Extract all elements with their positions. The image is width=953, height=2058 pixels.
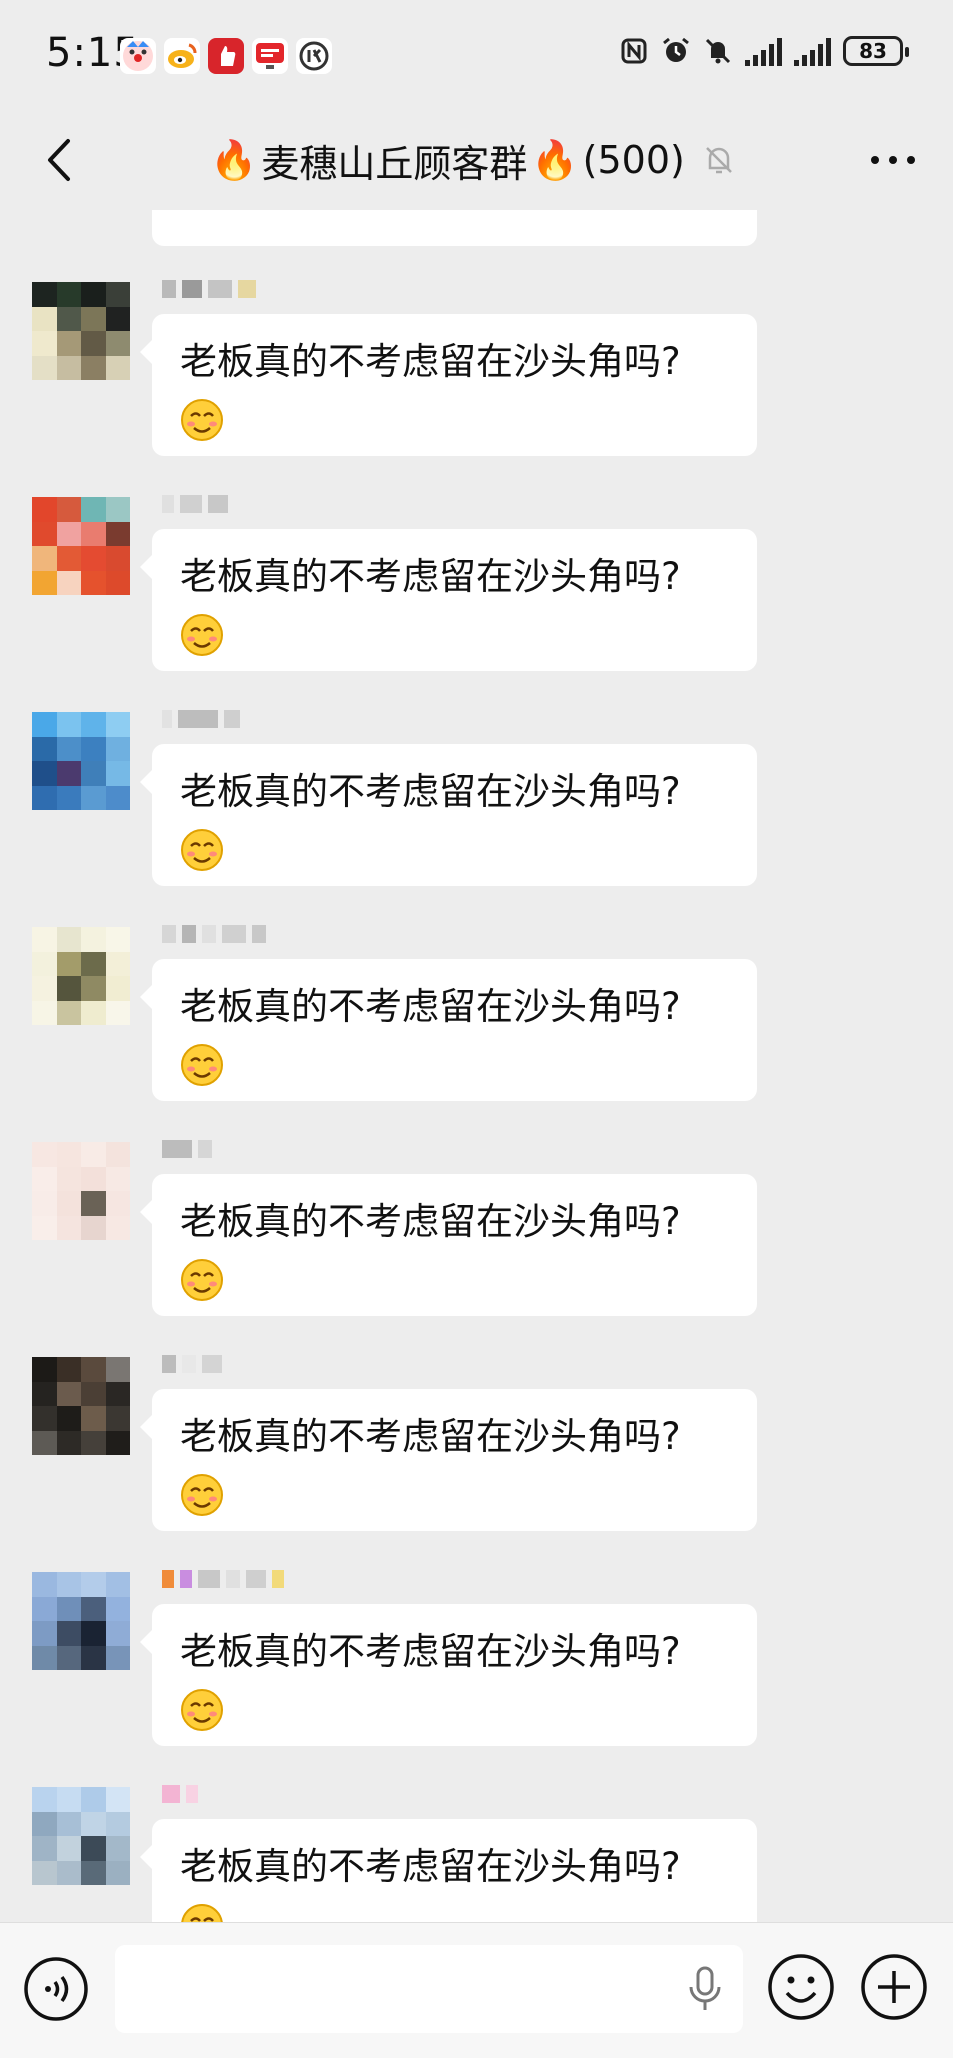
message-bubble[interactable]: 老板真的不考虑留在沙头角吗? [140,744,757,886]
circle-app-icon [296,38,332,74]
red-app-icon [208,38,244,74]
fire-emoji-left: 🔥 [210,137,258,182]
smirk-emoji-icon [181,1688,223,1731]
avatar[interactable] [32,712,130,810]
avatar[interactable] [32,1357,130,1455]
input-bar [0,1922,953,2058]
sender-name-redacted [162,925,266,949]
message-bubble[interactable]: 老板真的不考虑留在沙头角吗? [140,1174,757,1316]
news-app-icon [252,38,288,74]
previous-message-bubble[interactable] [152,210,757,246]
message-text: 老板真的不考虑留在沙头角吗? [180,1200,681,1243]
message-bubble[interactable]: 老板真的不考虑留在沙头角吗? [140,1604,757,1746]
message-bubble[interactable]: 老板真的不考虑留在沙头角吗? [140,1819,757,1922]
avatar[interactable] [32,1142,130,1240]
nfc-icon [619,36,649,66]
message-text: 老板真的不考虑留在沙头角吗? [180,1630,681,1673]
avatar[interactable] [32,1572,130,1670]
message-text: 老板真的不考虑留在沙头角吗? [180,770,681,813]
message-text: 老板真的不考虑留在沙头角吗? [180,1845,681,1888]
alarm-icon [661,36,691,66]
sender-name-redacted [162,1140,212,1164]
microphone-icon[interactable] [685,1965,725,2013]
notification-icons [120,38,332,74]
message-row: 老板真的不考虑留在沙头角吗? [0,1134,953,1344]
muted-bell-icon [705,147,732,174]
sender-name-redacted [162,495,228,519]
smirk-emoji-icon [181,828,223,871]
more-dots-icon [871,156,915,164]
smirk-emoji-icon [181,398,223,441]
smirk-emoji-icon [181,1903,223,1922]
message-row: 老板真的不考虑留在沙头角吗? [0,1349,953,1559]
voice-input-button[interactable] [22,1955,90,2023]
plus-circle-icon [861,1954,927,2020]
more-functions-button[interactable] [858,1951,930,2023]
message-list[interactable]: 老板真的不考虑留在沙头角吗? 老板真的不考虑留在沙头角吗? 老板真的不考虑留在沙… [0,210,953,1922]
smirk-emoji-icon [181,1043,223,1086]
avatar[interactable] [32,497,130,595]
weibo-icon [164,38,200,74]
avatar[interactable] [32,282,130,380]
signal-icon-2 [794,36,831,66]
message-bubble[interactable]: 老板真的不考虑留在沙头角吗? [140,314,757,456]
status-bar: 5:15 83 [0,0,953,110]
message-input[interactable] [115,1945,743,2033]
fire-emoji-right: 🔥 [531,137,579,182]
group-name: 麦穗山丘顾客群 [261,141,528,186]
message-bubble[interactable]: 老板真的不考虑留在沙头角吗? [140,959,757,1101]
more-options-button[interactable] [863,138,923,182]
chevron-left-icon [48,139,70,181]
message-bubble[interactable]: 老板真的不考虑留在沙头角吗? [140,1389,757,1531]
message-text: 老板真的不考虑留在沙头角吗? [180,985,681,1028]
message-text: 老板真的不考虑留在沙头角吗? [180,340,681,383]
message-row: 老板真的不考虑留在沙头角吗? [0,489,953,699]
smirk-emoji-icon [181,1258,223,1301]
message-row: 老板真的不考虑留在沙头角吗? [0,919,953,1129]
sender-name-redacted [162,1785,198,1809]
mute-bell-icon [703,36,733,66]
clown-app-icon [120,38,156,74]
avatar[interactable] [32,1787,130,1885]
signal-icon [745,36,782,66]
message-row: 老板真的不考虑留在沙头角吗? [0,274,953,484]
emoji-button[interactable] [765,1951,837,2023]
message-row: 老板真的不考虑留在沙头角吗? [0,1779,953,1922]
chat-header: 🔥 麦穗山丘顾客群 🔥 (500) [0,110,953,210]
voice-icon [24,1957,88,2021]
sender-name-redacted [162,710,240,734]
message-row: 老板真的不考虑留在沙头角吗? [0,1564,953,1774]
member-count: (500) [582,138,685,182]
message-bubble[interactable]: 老板真的不考虑留在沙头角吗? [140,529,757,671]
battery-indicator: 83 [843,36,909,66]
back-button[interactable] [34,132,84,188]
smirk-emoji-icon [181,1473,223,1516]
message-row: 老板真的不考虑留在沙头角吗? [0,704,953,914]
smiley-face-icon [768,1954,834,2020]
smirk-emoji-icon [181,613,223,656]
avatar[interactable] [32,927,130,1025]
sender-name-redacted [162,280,256,304]
message-text: 老板真的不考虑留在沙头角吗? [180,555,681,598]
sender-name-redacted [162,1570,284,1594]
message-text: 老板真的不考虑留在沙头角吗? [180,1415,681,1458]
chat-title: 🔥 麦穗山丘顾客群 🔥 (500) [210,132,739,188]
sender-name-redacted [162,1355,222,1379]
